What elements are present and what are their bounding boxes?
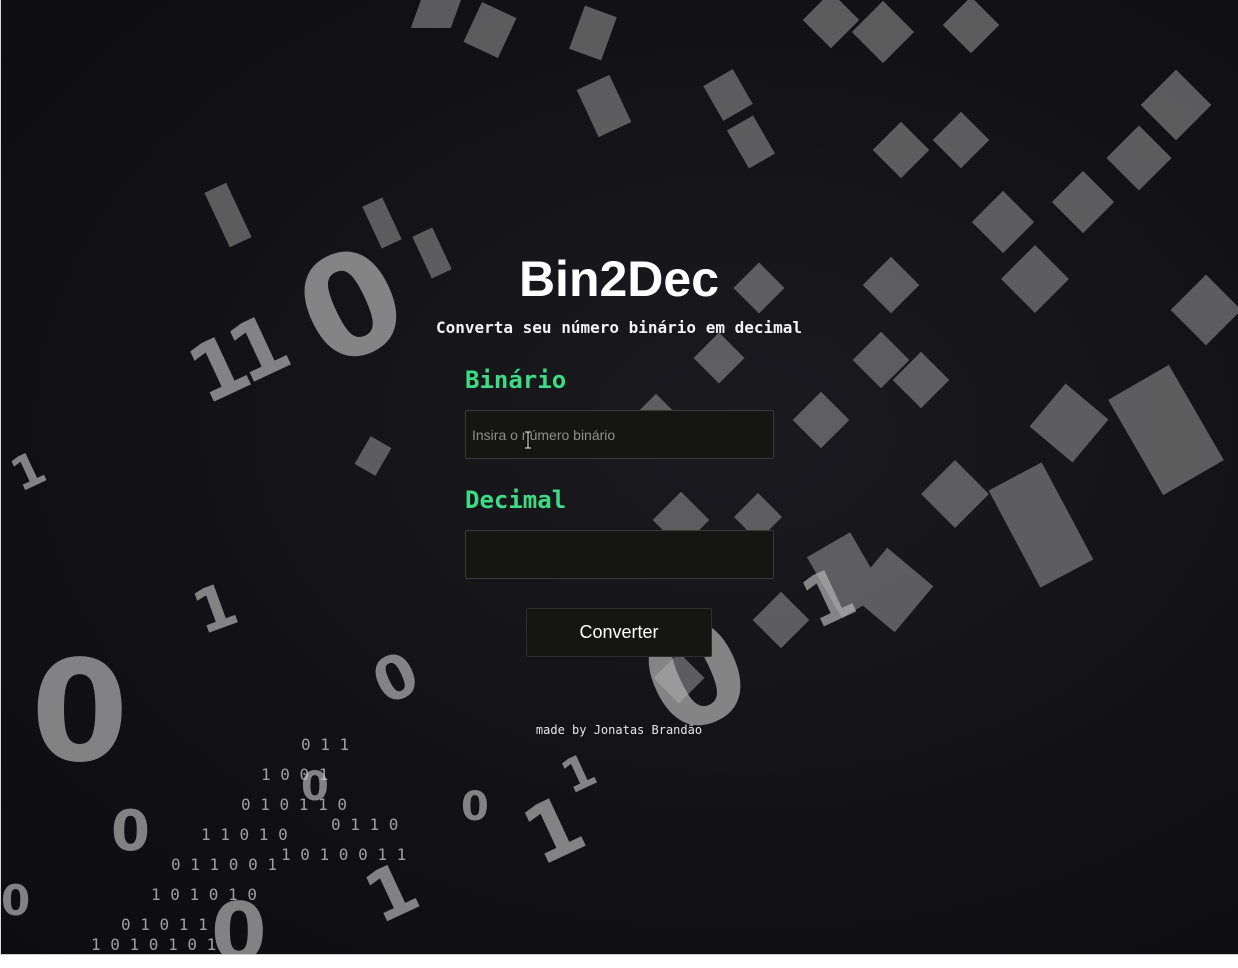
binary-label: Binário — [465, 366, 567, 394]
svg-text:1: 1 — [2, 440, 54, 502]
svg-text:0: 0 — [111, 799, 150, 864]
svg-text:1 0 0 1: 1 0 0 1 — [261, 765, 328, 784]
app-subtitle: Converta seu número binário em decimal — [435, 318, 803, 337]
svg-text:1 1 0 1 0: 1 1 0 1 0 — [201, 825, 288, 844]
decimal-output-field[interactable] — [465, 530, 774, 579]
decimal-label: Decimal — [465, 486, 567, 514]
bottom-strip — [0, 954, 1238, 968]
svg-text:0 1 0 1 1 0: 0 1 0 1 1 0 — [241, 795, 347, 814]
svg-text:0: 0 — [461, 784, 489, 830]
page-border — [0, 0, 1, 954]
app-title: Bin2Dec — [518, 251, 720, 307]
svg-text:1 0 1 0 1 0 1: 1 0 1 0 1 0 1 — [91, 935, 216, 954]
convert-button[interactable]: Converter — [526, 608, 712, 657]
svg-text:0 1 0 1 1: 0 1 0 1 1 — [121, 915, 208, 934]
svg-text:1: 1 — [184, 569, 247, 649]
binary-digits-background-art: 0 1 1 1 0 1 0 1 1 1 0 0 0 0 0 0 1 1 0 1 … — [1, 0, 1238, 954]
binary-input[interactable] — [465, 410, 774, 459]
svg-text:0 1 1 0: 0 1 1 0 — [331, 815, 398, 834]
svg-text:0: 0 — [31, 631, 128, 794]
hero-background: 0 1 1 1 0 1 0 1 1 1 0 0 0 0 0 0 1 1 0 1 … — [1, 0, 1238, 954]
svg-text:0 1 1 0 0 1: 0 1 1 0 0 1 — [171, 855, 277, 874]
svg-text:0: 0 — [362, 638, 429, 719]
svg-text:0: 0 — [1, 876, 30, 925]
text-cursor-icon — [525, 431, 531, 449]
svg-text:1 0 1 0 0 1 1: 1 0 1 0 0 1 1 — [281, 845, 406, 864]
svg-text:1 0 1 0 1 0: 1 0 1 0 1 0 — [151, 885, 257, 904]
footer-credit: made by Jonatas Brandão — [535, 723, 703, 737]
